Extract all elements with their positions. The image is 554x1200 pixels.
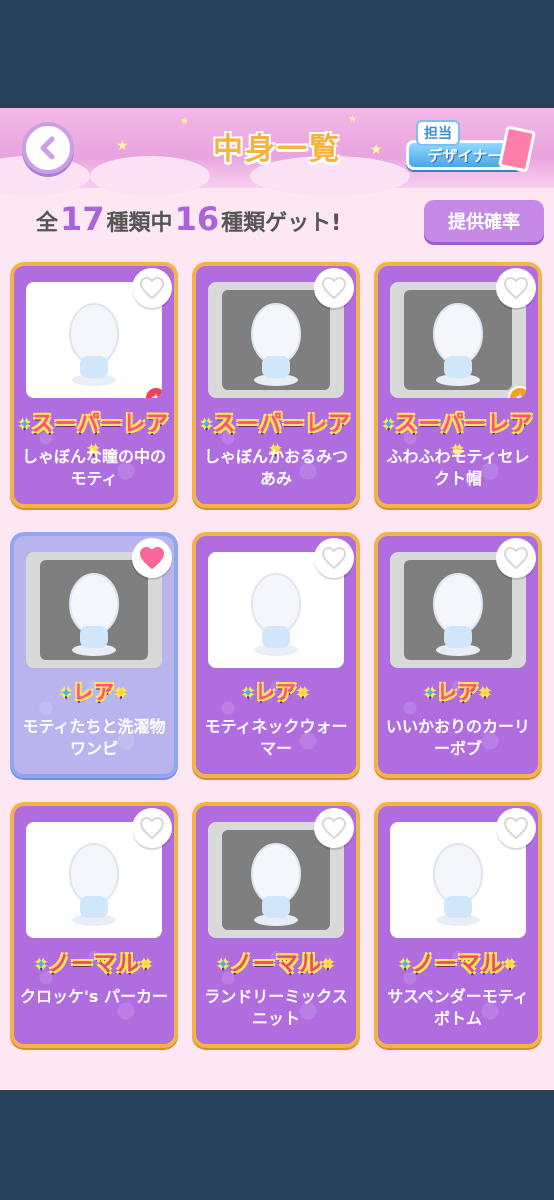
- status-bar-area: [0, 0, 554, 108]
- sparkle-icon: ✦: [424, 685, 437, 702]
- rarity-label: ✦ノーマル✦: [196, 946, 356, 978]
- collection-summary: 全17種類中16種類ゲット! 提供確率: [0, 194, 554, 244]
- heart-icon: [503, 546, 529, 570]
- rarity-label: ✦ノーマル✦: [378, 946, 538, 978]
- item-card[interactable]: ✦レア✦ モティたちと洗濯物ワンピ: [10, 532, 178, 778]
- rarity-text: ノーマル: [47, 952, 140, 977]
- rarity-label: ✦ノーマル✦: [14, 946, 174, 978]
- collection-count: 全17種類中16種類ゲット!: [36, 200, 341, 238]
- new-badge-star-icon: ★: [508, 386, 526, 398]
- favorite-heart-button[interactable]: [496, 538, 536, 578]
- favorite-heart-button[interactable]: [132, 268, 172, 308]
- item-card[interactable]: ✦レア✦ モティネックウォーマー: [192, 532, 360, 778]
- item-name: ふわふわモティセレクト帽: [386, 447, 530, 488]
- sparkle-icon: ✦: [297, 685, 310, 702]
- book-icon: [497, 125, 537, 173]
- favorite-heart-button[interactable]: [496, 808, 536, 848]
- favorite-heart-button[interactable]: [496, 268, 536, 308]
- item-name: モティたちと洗濯物ワンピ: [22, 717, 166, 758]
- heart-icon: [503, 816, 529, 840]
- rarity-text: ノーマル: [229, 952, 322, 977]
- rarity-label: ✦レア✦: [378, 676, 538, 705]
- heart-icon: [503, 276, 529, 300]
- item-name: しゃぼんかおるみつあみ: [203, 447, 348, 488]
- favorite-heart-button[interactable]: [314, 268, 354, 308]
- item-image: [69, 303, 119, 386]
- sparkle-icon: ✦: [18, 417, 32, 433]
- rarity-text: スーパーレア: [213, 412, 352, 437]
- rarity-label: ✦レア✦: [196, 676, 356, 705]
- rarity-text: スーパーレア: [395, 412, 534, 437]
- item-name: しゃぼんな瞳の中のモティ: [21, 447, 166, 488]
- item-image: [433, 843, 483, 926]
- new-badge-star-icon: ★: [144, 386, 162, 398]
- favorite-heart-button[interactable]: [314, 808, 354, 848]
- heart-icon: [139, 816, 165, 840]
- sparkle-icon: ✦: [200, 417, 214, 433]
- rarity-text: レア: [255, 680, 297, 704]
- sparkle-icon: ✦: [382, 417, 396, 433]
- drop-rate-button[interactable]: 提供確率: [424, 200, 544, 242]
- rarity-text: レア: [437, 680, 479, 704]
- item-image: [251, 843, 301, 926]
- item-image: [251, 303, 301, 386]
- summary-middle: 種類中: [106, 211, 173, 236]
- obtained-count: 16: [174, 200, 220, 238]
- sparkle-icon: ✦: [35, 957, 48, 973]
- item-image: [69, 573, 119, 656]
- item-card[interactable]: ✦ノーマル✦ ランドリーミックスニット: [192, 802, 360, 1048]
- item-card[interactable]: ★ ✦スーパーレア✦ ふわふわモティセレクト帽: [374, 262, 542, 508]
- item-name: クロッケ's パーカー: [20, 987, 168, 1006]
- heart-icon: [321, 546, 347, 570]
- item-name: いいかおりのカーリーボブ: [385, 717, 530, 758]
- favorite-heart-button[interactable]: [314, 538, 354, 578]
- item-card[interactable]: ✦スーパーレア✦ しゃぼんかおるみつあみ: [192, 262, 360, 508]
- item-image: [251, 573, 301, 656]
- sparkle-icon: ✦: [115, 685, 128, 702]
- sparkle-icon: ✦: [140, 957, 153, 973]
- sparkle-icon: ✦: [399, 957, 412, 973]
- item-name: サスペンダーモティボトム: [387, 987, 529, 1028]
- item-image: [69, 843, 119, 926]
- item-name: ランドリーミックスニット: [204, 987, 348, 1028]
- favorite-heart-button[interactable]: [132, 808, 172, 848]
- heart-icon: [139, 546, 165, 570]
- favorite-heart-button[interactable]: [132, 538, 172, 578]
- item-card[interactable]: ✦ノーマル✦ クロッケ's パーカー: [10, 802, 178, 1048]
- total-count: 17: [60, 200, 105, 238]
- header: ★ ★ ★ ★ 中身一覧 デザイナー 担当: [0, 108, 554, 196]
- sparkle-icon: ✦: [504, 957, 517, 973]
- rarity-text: ノーマル: [411, 952, 504, 977]
- summary-prefix: 全: [36, 211, 59, 236]
- heart-icon: [321, 816, 347, 840]
- rarity-text: スーパーレア: [31, 412, 170, 437]
- item-card[interactable]: ✦ノーマル✦ サスペンダーモティボトム: [374, 802, 542, 1048]
- gacha-contents-screen: ★ ★ ★ ★ 中身一覧 デザイナー 担当 全17種類中16種類ゲット! 提供確…: [0, 108, 554, 1090]
- heart-icon: [139, 276, 165, 300]
- designer-tag: 担当: [416, 120, 460, 146]
- sparkle-icon: ✦: [60, 685, 73, 702]
- item-image: [433, 303, 483, 386]
- item-card[interactable]: ★ ✦スーパーレア✦ しゃぼんな瞳の中のモティ: [10, 262, 178, 508]
- sparkle-icon: ✦: [242, 685, 255, 702]
- designer-button[interactable]: デザイナー 担当: [406, 118, 537, 180]
- item-image: [433, 573, 483, 656]
- heart-icon: [321, 276, 347, 300]
- rarity-label: ✦レア✦: [14, 676, 174, 705]
- summary-suffix: 種類ゲット!: [221, 211, 342, 236]
- item-card[interactable]: ✦レア✦ いいかおりのカーリーボブ: [374, 532, 542, 778]
- sparkle-icon: ✦: [217, 957, 230, 973]
- home-indicator-area: [0, 1090, 554, 1200]
- rarity-text: レア: [73, 680, 115, 704]
- sparkle-icon: ✦: [322, 957, 335, 973]
- sparkle-icon: ✦: [479, 685, 492, 702]
- item-name: モティネックウォーマー: [204, 717, 348, 758]
